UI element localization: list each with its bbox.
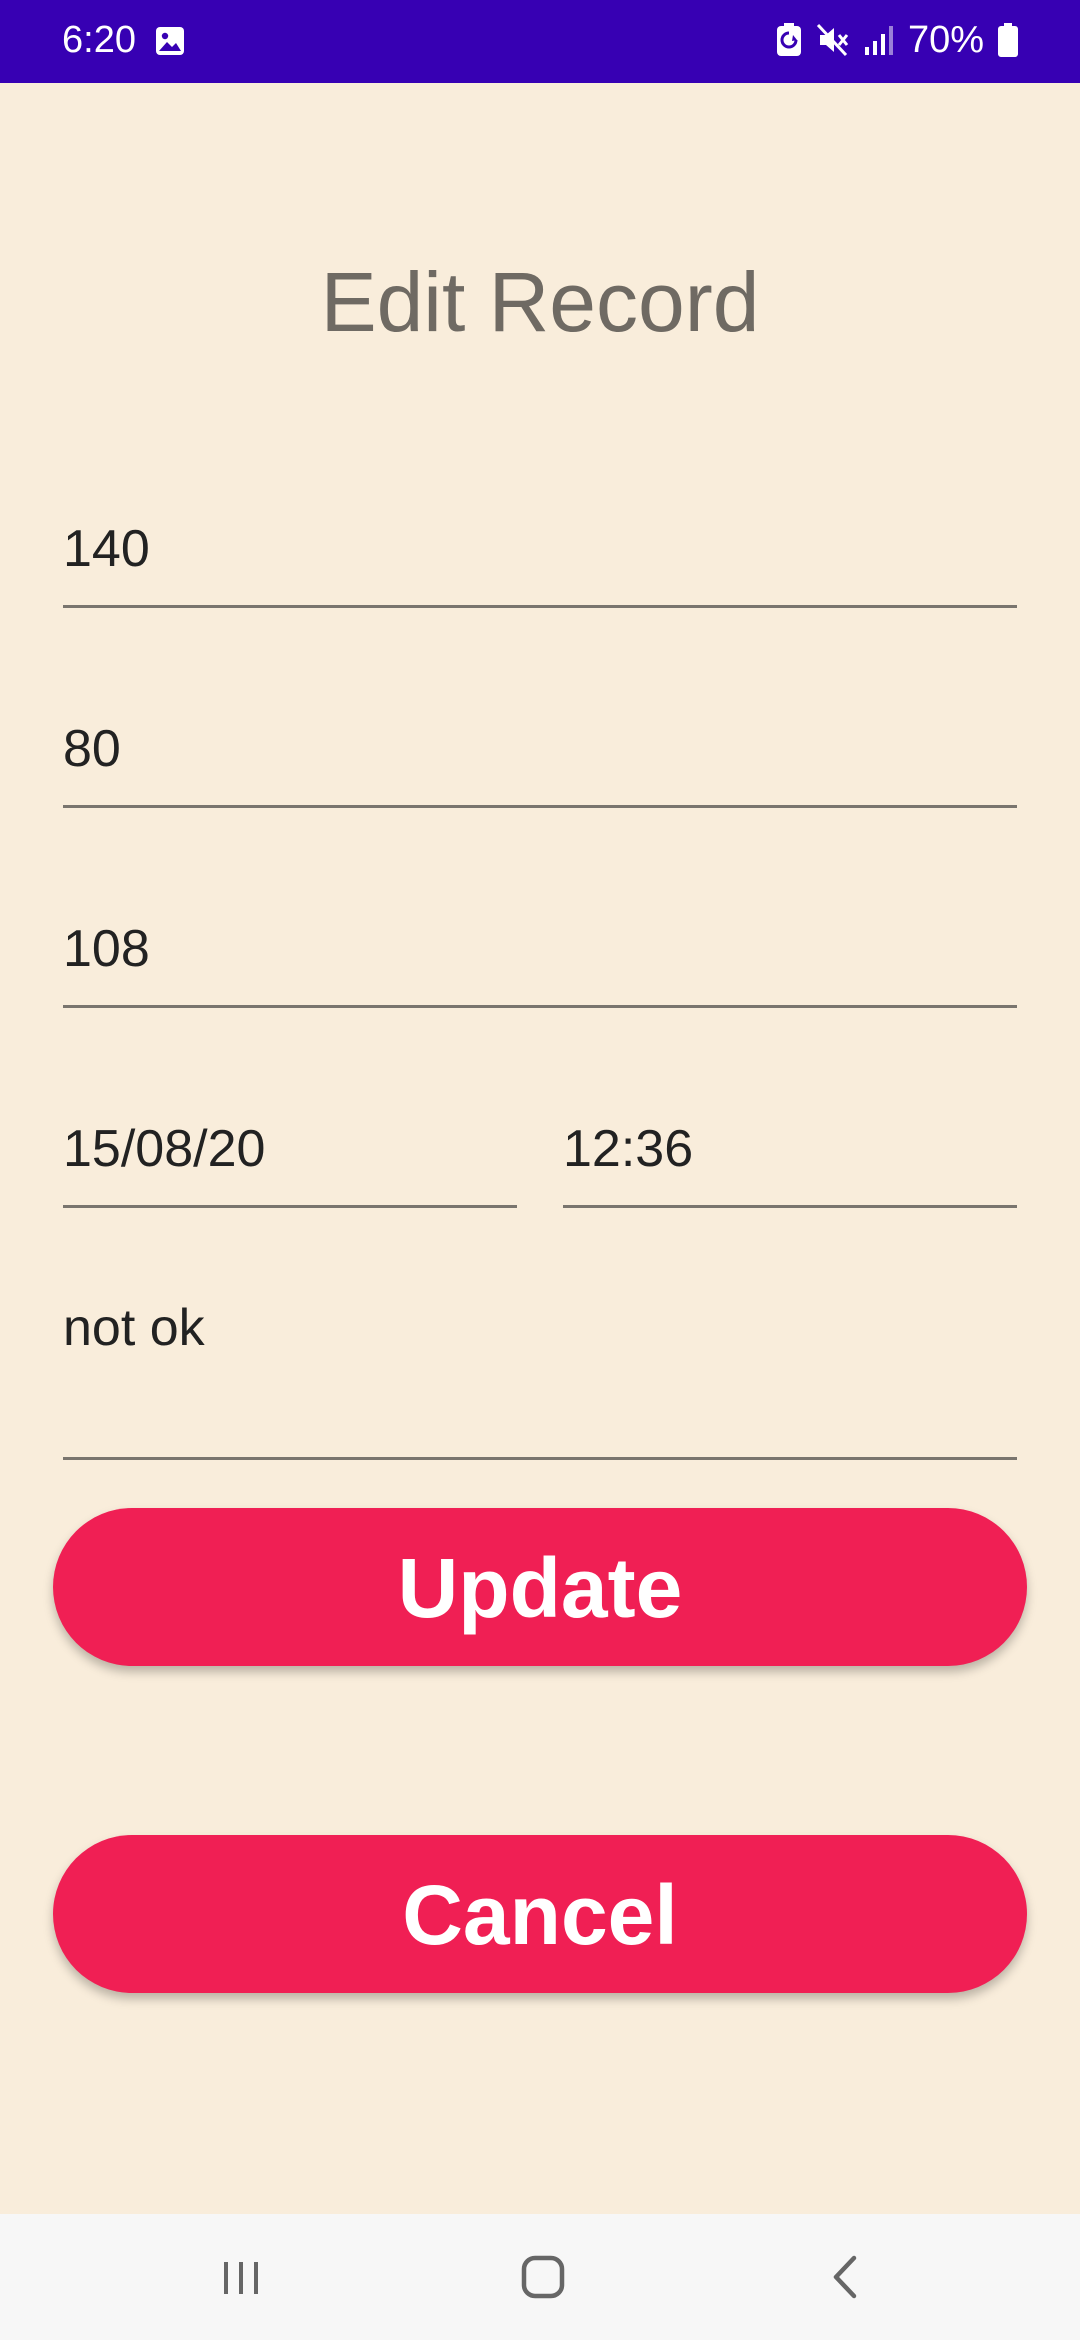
date-input[interactable] [63,1119,517,1179]
status-icons: 70% [776,18,1018,62]
battery-saver-icon [776,23,801,56]
note-input[interactable] [63,1298,1017,1358]
gallery-icon [156,27,184,55]
pulse-field-container [63,898,1017,1008]
battery-icon [998,23,1018,57]
systolic-field-container [63,498,1017,608]
back-icon[interactable] [810,2242,880,2312]
home-icon[interactable] [508,2242,578,2312]
page-title: Edit Record [320,255,760,349]
systolic-input[interactable] [63,519,1017,579]
update-button[interactable]: Update [53,1508,1027,1666]
battery-percent: 70% [907,19,984,61]
time-input[interactable] [563,1119,1017,1179]
cancel-button[interactable]: Cancel [53,1835,1027,1993]
recent-apps-icon[interactable] [206,2242,276,2312]
navigation-bar [0,2214,1080,2340]
note-field-container [63,1290,1017,1460]
pulse-input[interactable] [63,919,1017,979]
diastolic-field-container [63,698,1017,808]
time-field-container [563,1098,1017,1208]
diastolic-input[interactable] [63,719,1017,779]
date-field-container [63,1098,517,1208]
status-time: 6:20 [62,19,136,61]
signal-icon [864,26,893,55]
mute-icon [816,23,849,57]
status-bar: 6:20 70% [0,0,1080,83]
